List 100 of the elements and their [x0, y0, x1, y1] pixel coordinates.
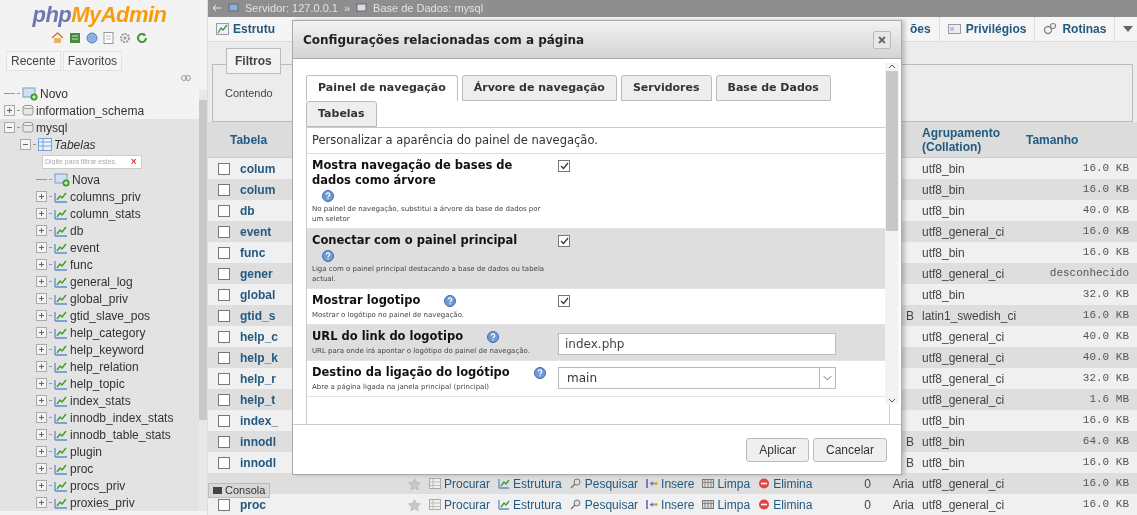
expand-icon[interactable] [36, 293, 47, 304]
select-field[interactable]: main [558, 367, 836, 389]
table-name-link[interactable]: innodl [240, 434, 276, 449]
close-icon[interactable] [878, 35, 886, 44]
table-name-link[interactable]: db [240, 203, 255, 218]
star-icon[interactable] [408, 477, 421, 490]
expand-icon[interactable] [36, 208, 47, 219]
column-header[interactable]: Tabela [208, 130, 292, 149]
tree-item[interactable]: mysql [36, 118, 68, 137]
table-name-link[interactable]: colum [240, 161, 276, 176]
action-link[interactable]: Limpa [717, 474, 751, 493]
row-checkbox[interactable] [218, 246, 230, 259]
row-checkbox[interactable] [218, 162, 230, 175]
table-name-link[interactable]: innodl [240, 455, 276, 470]
expand-icon[interactable] [36, 276, 47, 287]
tree-item[interactable]: columns_priv [70, 187, 141, 206]
row-checkbox[interactable] [218, 183, 230, 196]
table-name-link[interactable]: event [240, 224, 272, 239]
tree-item[interactable]: help_category [70, 323, 146, 342]
expand-icon[interactable] [36, 327, 47, 338]
expand-icon[interactable] [36, 259, 47, 270]
expand-icon[interactable] [36, 395, 47, 406]
sidebar-tab[interactable]: Recente [6, 51, 61, 71]
settings-icon[interactable] [119, 32, 131, 44]
dialog-tab[interactable]: Tabelas [306, 101, 377, 127]
scroll-up-icon[interactable] [888, 63, 896, 69]
tree-item[interactable]: Nova [72, 170, 100, 189]
expand-icon[interactable] [36, 378, 47, 389]
nav-tab[interactable]: Privilégios [965, 19, 1027, 38]
action-link[interactable]: Procurar [444, 474, 490, 493]
column-header[interactable]: Tamanho [1016, 130, 1137, 149]
table-name-link[interactable]: colum [240, 182, 276, 197]
action-link[interactable]: Estrutura [513, 474, 562, 493]
row-checkbox[interactable] [218, 309, 230, 322]
action-link[interactable]: Procurar [444, 495, 490, 514]
help-icon[interactable] [322, 190, 334, 202]
help-icon[interactable] [444, 294, 457, 307]
row-checkbox[interactable] [218, 351, 230, 364]
table-name-link[interactable]: func [240, 245, 266, 260]
action-link[interactable]: Limpa [717, 495, 751, 514]
tree-item[interactable]: general_log [70, 272, 133, 291]
tree-item[interactable]: index_stats [70, 391, 131, 410]
dialog-button[interactable]: Cancelar [812, 437, 887, 462]
tree-item[interactable]: global_priv [70, 289, 129, 308]
text-field[interactable]: index.php [558, 333, 836, 355]
tree-item[interactable]: column_stats [70, 204, 141, 223]
dialog-tab[interactable]: Painel de navegação [306, 75, 458, 101]
expand-icon[interactable] [36, 446, 47, 457]
document-icon[interactable] [103, 32, 114, 44]
dialog-tab[interactable]: Base de Dados [715, 75, 831, 101]
column-header[interactable]: Agrupamento (Collation) [915, 125, 1016, 154]
checkbox[interactable] [558, 160, 570, 172]
logo[interactable]: phpMyAdmin [32, 1, 167, 29]
table-name-link[interactable]: gtid_s [240, 308, 276, 323]
help-icon[interactable] [322, 250, 334, 262]
row-checkbox[interactable] [218, 414, 230, 427]
table-name-link[interactable]: global [240, 287, 276, 302]
tree-item[interactable]: help_keyword [70, 340, 145, 359]
table-name-link[interactable]: proc [240, 497, 266, 512]
checkbox[interactable] [558, 295, 570, 307]
action-link[interactable]: Pesquisar [584, 474, 639, 493]
row-checkbox[interactable] [218, 372, 230, 385]
scroll-down-icon[interactable] [888, 398, 896, 404]
tree-item[interactable]: proxies_priv [70, 493, 135, 512]
close-button[interactable] [873, 30, 891, 49]
action-link[interactable]: Insere [661, 495, 695, 514]
table-name-link[interactable]: index_ [240, 413, 278, 428]
expand-icon[interactable] [4, 105, 15, 116]
reload-icon[interactable] [136, 32, 148, 44]
home-icon[interactable] [51, 32, 64, 44]
tree-item[interactable]: Tabelas [54, 135, 96, 154]
row-checkbox[interactable] [218, 456, 230, 469]
tree-item[interactable]: Novo [40, 84, 68, 103]
tree-item[interactable]: db [70, 221, 84, 240]
row-checkbox[interactable] [218, 204, 230, 217]
table-name-link[interactable]: gener [240, 266, 273, 281]
clear-filter-button[interactable]: X [131, 156, 137, 168]
table-name-link[interactable]: help_r [240, 371, 276, 386]
expand-icon[interactable] [36, 497, 47, 508]
sidebar-tab[interactable]: Favoritos [62, 51, 123, 71]
tree-item[interactable]: proc [70, 459, 94, 478]
checkbox[interactable] [558, 235, 570, 247]
tree-item[interactable]: event [70, 238, 100, 257]
row-checkbox[interactable] [218, 435, 230, 448]
tree-item[interactable]: func [70, 255, 93, 274]
nav-tab[interactable]: Estrutu [233, 19, 275, 38]
caret-icon[interactable] [1123, 25, 1134, 32]
dialog-tab[interactable]: Servidores [620, 75, 712, 101]
expand-icon[interactable] [36, 344, 47, 355]
collapse-icon[interactable] [20, 139, 31, 150]
tree-item[interactable]: information_schema [36, 101, 145, 120]
table-name-link[interactable]: help_c [240, 329, 278, 344]
row-checkbox[interactable] [218, 393, 230, 406]
tree-item[interactable]: innodb_table_stats [70, 425, 171, 444]
help-icon[interactable] [533, 366, 546, 379]
expand-icon[interactable] [36, 225, 47, 236]
row-checkbox[interactable] [218, 288, 230, 301]
nav-tab[interactable]: ões [910, 19, 931, 38]
expand-icon[interactable] [36, 429, 47, 440]
expand-icon[interactable] [36, 480, 47, 491]
